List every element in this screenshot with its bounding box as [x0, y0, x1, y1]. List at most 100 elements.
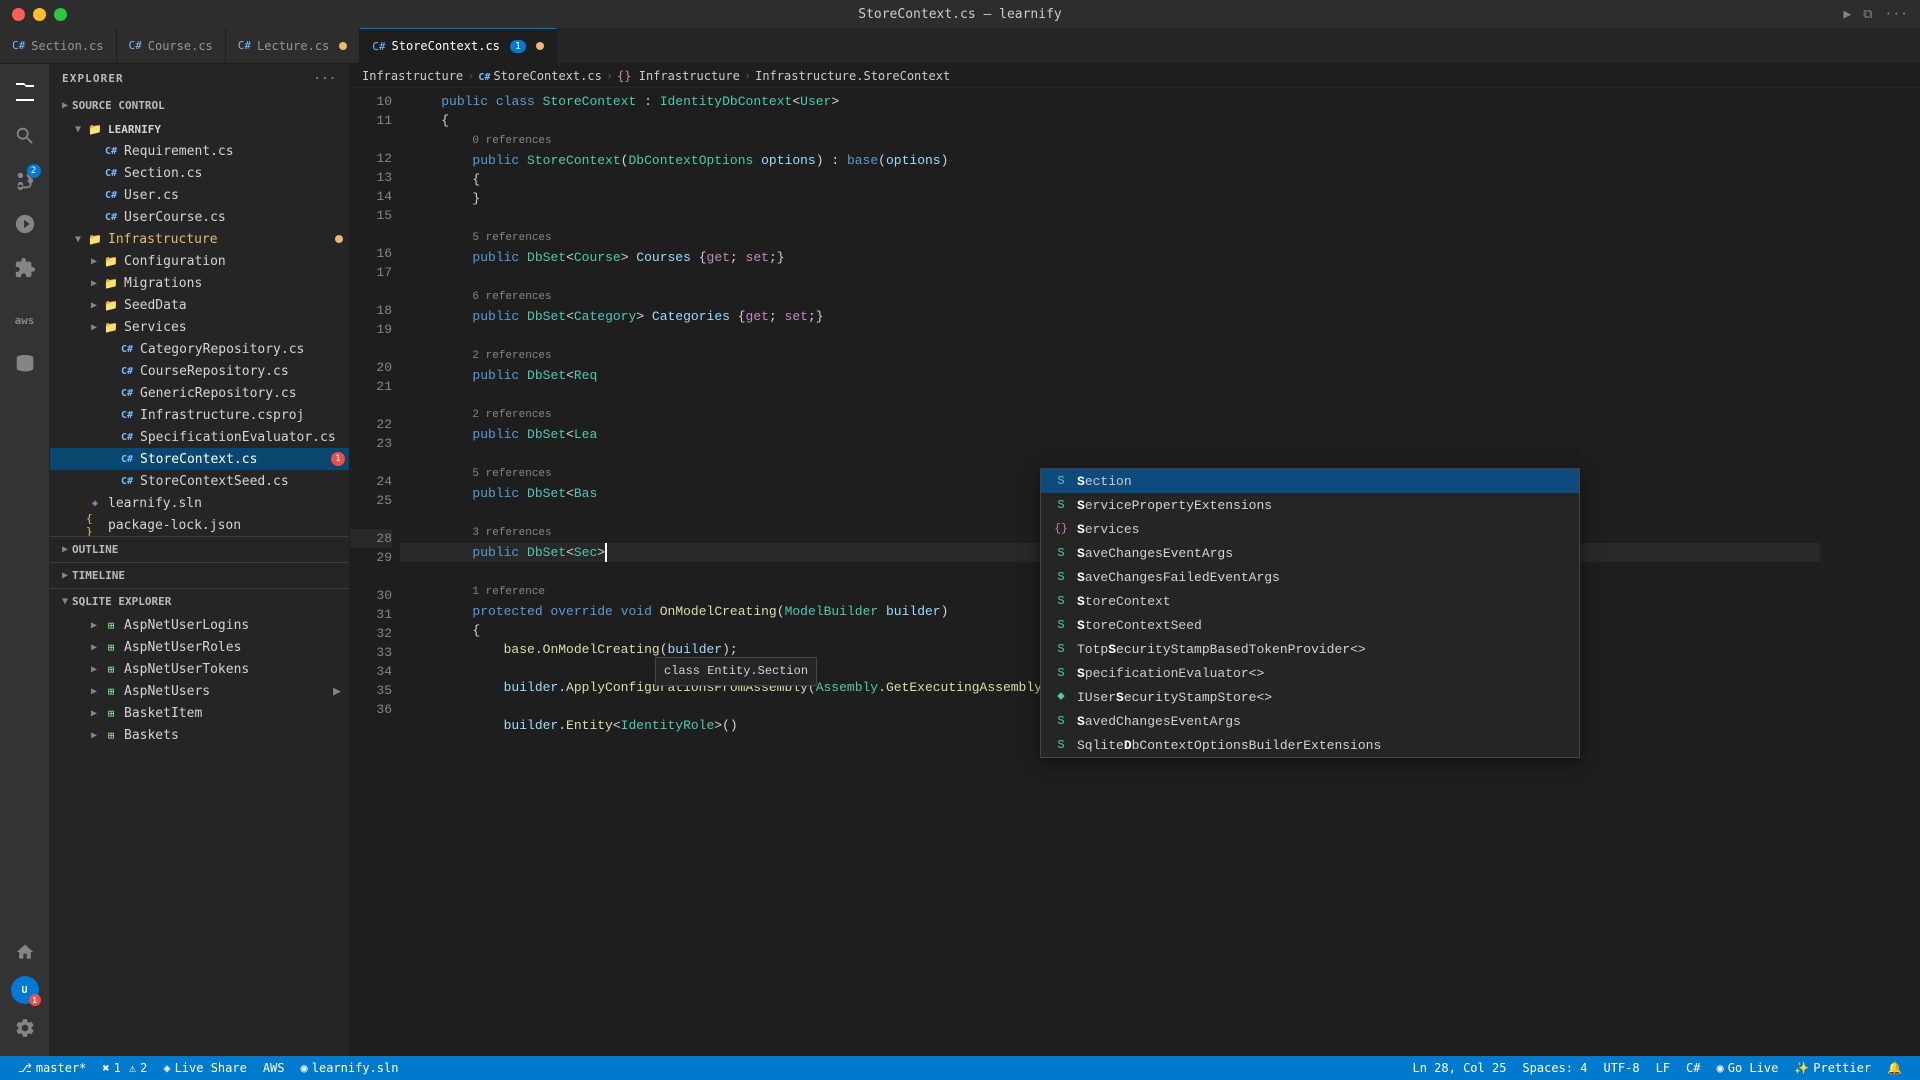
run-icon[interactable]: ▶ [1843, 7, 1851, 22]
ac-item-storecontextseed[interactable]: S StoreContextSeed [1041, 613, 1579, 637]
section-file[interactable]: C# Section.cs [50, 162, 349, 184]
requirement-file[interactable]: C# Requirement.cs [50, 140, 349, 162]
extensions-icon[interactable] [5, 248, 45, 288]
cs-icon: C# [102, 142, 120, 160]
split-editor-icon[interactable]: ⧉ [1863, 7, 1872, 22]
courserepo-file[interactable]: C# CourseRepository.cs [50, 360, 349, 382]
search-icon[interactable] [5, 116, 45, 156]
tab-lecture[interactable]: C# Lecture.cs [226, 28, 361, 63]
services-folder[interactable]: ▶ 📁 Services [50, 316, 349, 338]
aspnet-userlogins[interactable]: ▶ ⊞ AspNetUserLogins [50, 614, 349, 636]
ac-item-sqlitedb[interactable]: S SqliteDbContextOptionsBuilderExtension… [1041, 733, 1579, 757]
table-icon: ⊞ [102, 616, 120, 634]
source-control-badge: 2 [27, 164, 41, 178]
row-arrow: ▶ [86, 661, 102, 677]
ac-item-savechangesfailed[interactable]: S SaveChangesFailedEventArgs [1041, 565, 1579, 589]
migrations-label: Migrations [124, 276, 349, 291]
tooltip-text: class Entity.Section [664, 664, 808, 678]
aspnet-users[interactable]: ▶ ⊞ AspNetUsers ▶ [50, 680, 349, 702]
learnify-sln-file[interactable]: ◈ learnify.sln [50, 492, 349, 514]
ac-label-totp: TotpSecurityStampBasedTokenProvider<> [1077, 640, 1567, 659]
errors-count[interactable]: ✖ 1 ⚠ 2 [94, 1056, 155, 1080]
live-share[interactable]: ◈ Live Share [155, 1056, 254, 1080]
basketitem-table[interactable]: ▶ ⊞ BasketItem [50, 702, 349, 724]
cs-icon: C# [118, 340, 136, 358]
ac-item-savechanges[interactable]: S SaveChangesEventArgs [1041, 541, 1579, 565]
tab-storecontext[interactable]: C# StoreContext.cs 1 [360, 28, 557, 63]
outline-label: OUTLINE [72, 543, 118, 556]
sqlite-header[interactable]: ▼ SQLITE EXPLORER [50, 589, 349, 614]
encoding[interactable]: UTF-8 [1595, 1056, 1647, 1080]
language-mode[interactable]: C# [1678, 1056, 1708, 1080]
aws-status[interactable]: AWS [255, 1056, 293, 1080]
ac-item-totp[interactable]: S TotpSecurityStampBasedTokenProvider<> [1041, 637, 1579, 661]
speceval-file[interactable]: C# SpecificationEvaluator.cs [50, 426, 349, 448]
user-avatar[interactable]: U 1 [11, 976, 39, 1004]
user-file[interactable]: C# User.cs [50, 184, 349, 206]
maximize-button[interactable] [54, 8, 67, 21]
ac-item-speceval[interactable]: S SpecificationEvaluator<> [1041, 661, 1579, 685]
infrastructure-label: Infrastructure [108, 232, 335, 247]
outline-section: ▶ OUTLINE [50, 536, 349, 562]
infra-csproj-file[interactable]: C# Infrastructure.csproj [50, 404, 349, 426]
code-editor[interactable]: public class StoreContext : IdentityDbCo… [400, 88, 1820, 1056]
play-icon[interactable]: ▶ [333, 684, 341, 699]
status-bar: ⎇ master* ✖ 1 ⚠ 2 ◈ Live Share AWS ◉ lea… [0, 1056, 1920, 1080]
breadcrumb-infra[interactable]: Infrastructure [362, 69, 463, 83]
baskets-table[interactable]: ▶ ⊞ Baskets [50, 724, 349, 746]
aws-icon[interactable]: aws [5, 300, 45, 340]
prettier[interactable]: ✨ Prettier [1786, 1056, 1879, 1080]
tab-course[interactable]: C# Course.cs [117, 28, 226, 63]
live-share-label: Live Share [175, 1061, 247, 1075]
storecontextseed-file[interactable]: C# StoreContextSeed.cs [50, 470, 349, 492]
ac-item-storecontext[interactable]: S StoreContext [1041, 589, 1579, 613]
outline-header[interactable]: ▶ OUTLINE [50, 537, 349, 562]
minimize-button[interactable] [33, 8, 46, 21]
ac-label-storecontextseed: StoreContextSeed [1077, 616, 1567, 635]
learnify-folder-icon: 📁 [86, 120, 104, 138]
source-control-icon[interactable]: 2 [5, 160, 45, 200]
aspnet-usertokens[interactable]: ▶ ⊞ AspNetUserTokens [50, 658, 349, 680]
remote-icon[interactable] [5, 932, 45, 972]
explorer-icon[interactable] [5, 72, 45, 112]
run-debug-icon[interactable] [5, 204, 45, 244]
go-live[interactable]: ◉ Go Live [1708, 1056, 1786, 1080]
packagelock-file[interactable]: { } package-lock.json [50, 514, 349, 536]
ac-item-section[interactable]: S Section [1041, 469, 1579, 493]
tab-section[interactable]: C# Section.cs [0, 28, 117, 63]
configuration-folder[interactable]: ▶ 📁 Configuration [50, 250, 349, 272]
ac-item-savedchanges[interactable]: S SavedChangesEventArgs [1041, 709, 1579, 733]
categoryrepo-file[interactable]: C# CategoryRepository.cs [50, 338, 349, 360]
notifications[interactable]: 🔔 [1879, 1056, 1910, 1080]
storecontext-file[interactable]: C# StoreContext.cs 1 [50, 448, 349, 470]
ac-item-services[interactable]: {} Services [1041, 517, 1579, 541]
git-branch[interactable]: ⎇ master* [10, 1056, 94, 1080]
close-button[interactable] [12, 8, 25, 21]
indentation[interactable]: Spaces: 4 [1514, 1056, 1595, 1080]
cursor-position[interactable]: Ln 28, Col 25 [1405, 1056, 1515, 1080]
csproj-icon: C# [118, 406, 136, 424]
migrations-folder[interactable]: ▶ 📁 Migrations [50, 272, 349, 294]
ac-item-iuser[interactable]: ⬥ IUserSecurityStampStore<> [1041, 685, 1579, 709]
explorer-more-icon[interactable]: ··· [314, 72, 337, 85]
file-spacer [102, 473, 118, 489]
breadcrumb-file[interactable]: C#StoreContext.cs [478, 69, 601, 83]
source-control-section[interactable]: ▶ SOURCE CONTROL [50, 93, 349, 118]
line-ending[interactable]: LF [1648, 1056, 1678, 1080]
seeddata-folder[interactable]: ▶ 📁 SeedData [50, 294, 349, 316]
breadcrumb-class[interactable]: Infrastructure.StoreContext [755, 69, 950, 83]
breadcrumb-ns[interactable]: {} Infrastructure [617, 69, 740, 83]
more-actions-icon[interactable]: ··· [1885, 7, 1908, 22]
folder-icon: 📁 [86, 230, 104, 248]
usercourse-file[interactable]: C# UserCourse.cs [50, 206, 349, 228]
solution-status[interactable]: ◉ learnify.sln [293, 1056, 407, 1080]
infrastructure-folder[interactable]: ▼ 📁 Infrastructure [50, 228, 349, 250]
aspnet-userroles[interactable]: ▶ ⊞ AspNetUserRoles [50, 636, 349, 658]
learnify-folder[interactable]: ▼ 📁 LEARNIFY [50, 118, 349, 140]
genericrepo-file[interactable]: C# GenericRepository.cs [50, 382, 349, 404]
settings-icon[interactable] [5, 1008, 45, 1048]
ac-item-serviceprop[interactable]: S ServicePropertyExtensions [1041, 493, 1579, 517]
timeline-header[interactable]: ▶ TIMELINE [50, 563, 349, 588]
database-icon[interactable] [5, 344, 45, 384]
explorer-header: EXPLORER ··· [50, 64, 349, 93]
